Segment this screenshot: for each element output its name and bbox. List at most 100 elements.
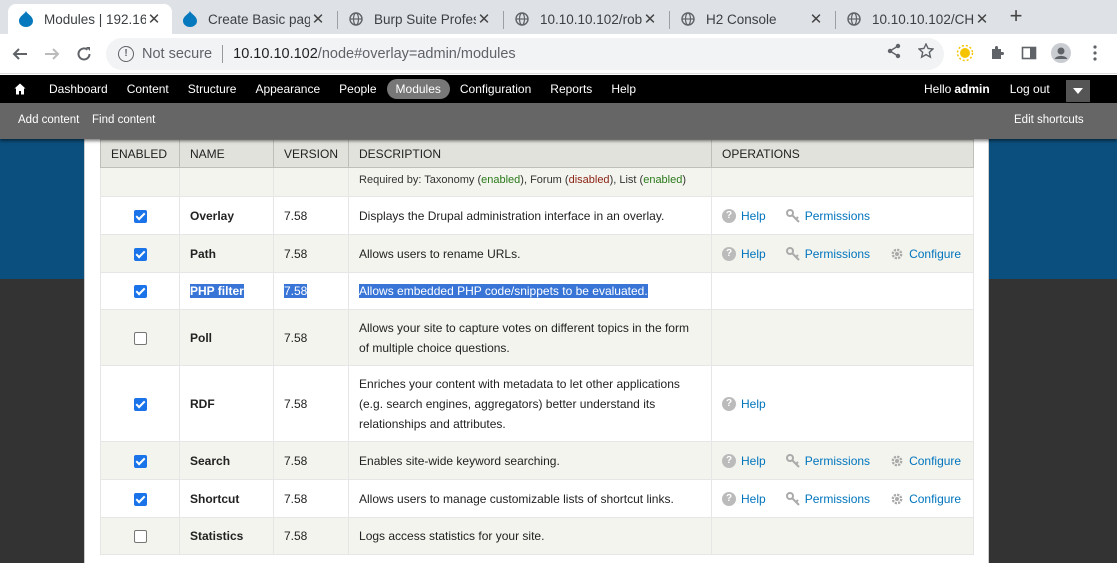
help-link[interactable]: ? Help [722,208,766,223]
required-module: Taxonomy [424,174,475,186]
home-icon[interactable] [0,83,40,95]
module-description: Allows your site to capture votes on dif… [348,309,713,366]
status-enabled: enabled [481,174,521,186]
module-description: Enables site-wide keyword searching. [348,441,713,480]
close-icon[interactable]: ✕ [642,10,658,28]
close-icon[interactable]: ✕ [476,10,492,28]
menu-structure[interactable]: Structure [179,79,246,99]
menu-dashboard[interactable]: Dashboard [40,79,117,99]
help-link[interactable]: ? Help [722,396,766,411]
share-icon[interactable] [885,42,903,60]
more-menu-icon[interactable] [1084,42,1106,64]
browser-tab-create-page[interactable]: Create Basic page ✕ [172,4,336,34]
browser-tab-h2[interactable]: H2 Console ✕ [670,4,834,34]
edit-shortcuts-link[interactable]: Edit shortcuts [1014,114,1084,126]
menu-help[interactable]: Help [602,79,645,99]
module-version: 7.58 [272,309,350,366]
username-link[interactable]: admin [954,82,989,96]
new-tab-icon[interactable]: + [1004,4,1028,30]
logout-link[interactable]: Log out [1010,82,1050,96]
close-icon[interactable]: ✕ [146,10,162,28]
browser-tab-modules[interactable]: Modules | 192.168. ✕ [8,4,172,34]
shortcuts-toggle[interactable] [1066,80,1090,102]
shortcut-add-content[interactable]: Add content [18,114,79,126]
browser-tab-burp[interactable]: Burp Suite Profes ✕ [338,4,502,34]
extension-sun-icon[interactable] [954,42,976,64]
reload-icon[interactable] [72,42,96,66]
menu-modules[interactable]: Modules [386,79,450,99]
header-enabled: ENABLED [100,139,180,168]
globe-icon [680,11,696,27]
drupal-icon [182,11,198,27]
browser-tab-changelog[interactable]: 10.10.10.102/CHAN ✕ [836,4,1000,34]
close-icon[interactable]: ✕ [808,10,824,28]
required-by-text: Required by: Taxonomy (enabled), Forum (… [359,174,687,186]
user-area: Hello admin Log out [924,75,1050,103]
browser-tabstrip: Modules | 192.168. ✕ Create Basic page ✕… [0,0,1117,34]
menu-content[interactable]: Content [118,79,178,99]
gear-icon [890,247,904,261]
warning-icon[interactable]: ! [118,46,134,62]
enable-checkbox[interactable] [133,397,147,411]
module-operations: ? Help [711,365,974,442]
key-icon [785,246,800,261]
module-version: 7.58 [272,479,350,518]
module-version: 7.58 [284,284,308,298]
security-label[interactable]: Not secure [142,46,212,62]
permissions-link[interactable]: Permissions [785,246,870,261]
module-version: 7.58 [272,196,350,235]
module-description: Logs access statistics for your site. [348,517,713,555]
help-icon: ? [722,396,737,411]
configure-link[interactable]: Configure [890,454,961,468]
module-description: Allows users to manage customizable list… [348,479,713,518]
tab-title: H2 Console [706,11,777,27]
back-arrow-icon[interactable] [8,42,32,66]
admin-toolbar: Dashboard Content Structure Appearance P… [0,75,1117,103]
enable-checkbox[interactable] [133,331,147,345]
forward-arrow-icon[interactable] [40,42,64,66]
profile-avatar-icon[interactable] [1050,42,1072,64]
module-operations: ? Help Permissions Configure [711,441,974,480]
enable-checkbox[interactable] [133,247,147,261]
greeting: Hello [924,82,952,96]
table-row: Shortcut 7.58 Allows users to manage cus… [100,479,974,518]
close-icon[interactable]: ✕ [974,10,990,28]
permissions-link[interactable]: Permissions [785,491,870,506]
menu-reports[interactable]: Reports [541,79,601,99]
enable-checkbox[interactable] [133,530,147,544]
module-operations [711,309,974,366]
menu-configuration[interactable]: Configuration [451,79,540,99]
enable-checkbox[interactable] [133,454,147,468]
header-version: VERSION [272,139,350,168]
help-link[interactable]: ? Help [722,246,766,261]
shortcut-find-content[interactable]: Find content [92,114,155,126]
help-link[interactable]: ? Help [722,453,766,468]
status-disabled: disabled [568,174,610,186]
module-name: RDF [179,365,274,442]
key-icon [785,453,800,468]
required-module: List [619,174,637,186]
help-icon: ? [722,208,737,223]
help-link[interactable]: ? Help [722,491,766,506]
required-by: Required by: Taxonomy (enabled), Forum (… [348,167,713,197]
close-icon[interactable]: ✕ [310,10,326,28]
module-description: Enriches your content with metadata to l… [348,365,713,442]
gear-icon [890,454,904,468]
menu-appearance[interactable]: Appearance [246,79,329,99]
url-text[interactable]: 10.10.10.102/node#overlay=admin/modules [233,46,516,62]
table-header-row: ENABLED NAME VERSION DESCRIPTION OPERATI… [100,139,974,168]
enable-checkbox[interactable] [133,492,147,506]
puzzle-extensions-icon[interactable] [986,42,1008,64]
configure-link[interactable]: Configure [890,247,961,261]
permissions-link[interactable]: Permissions [785,208,870,223]
address-bar[interactable]: ! Not secure 10.10.10.102/node#overlay=a… [106,38,944,70]
permissions-link[interactable]: Permissions [785,453,870,468]
side-panel-icon[interactable] [1018,42,1040,64]
browser-tab-robots[interactable]: 10.10.10.102/robots ✕ [504,4,668,34]
menu-people[interactable]: People [330,79,385,99]
enable-checkbox[interactable] [133,209,147,223]
enable-checkbox[interactable] [133,285,147,299]
star-icon[interactable] [917,42,935,60]
configure-link[interactable]: Configure [890,492,961,506]
module-operations: ? Help Permissions Configure [711,479,974,518]
